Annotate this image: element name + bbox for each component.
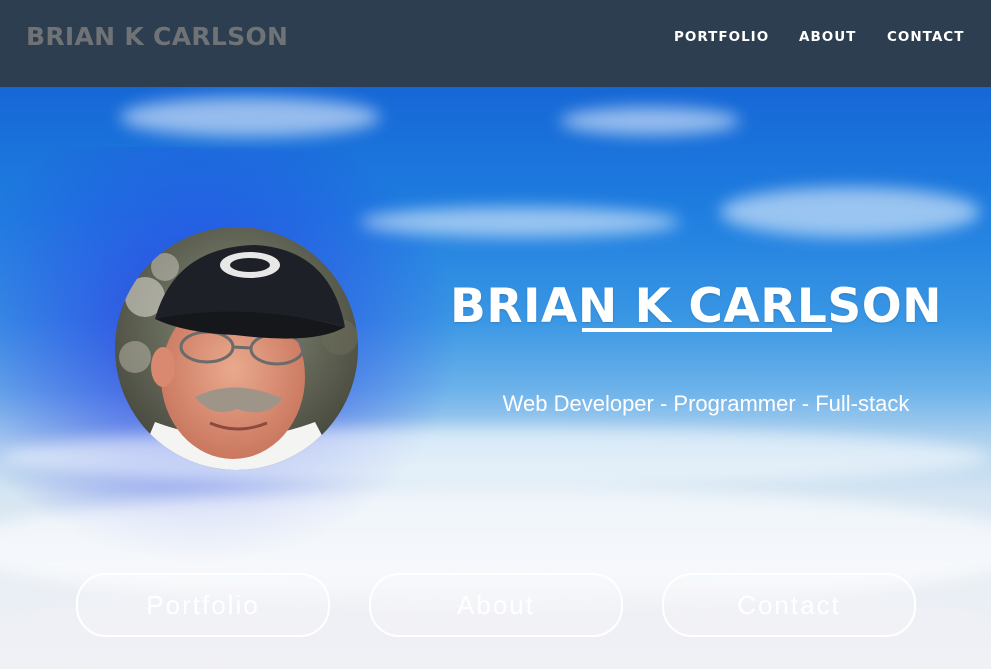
nav-link-contact[interactable]: CONTACT bbox=[887, 28, 964, 46]
cloud bbox=[720, 187, 980, 237]
about-button[interactable]: About bbox=[369, 573, 623, 637]
brand-link[interactable]: BRIAN K CARLSON bbox=[26, 21, 288, 53]
nav-link-portfolio[interactable]: PORTFOLIO bbox=[674, 28, 769, 46]
navbar: BRIAN K CARLSON PORTFOLIO ABOUT CONTACT bbox=[0, 0, 991, 87]
cloud bbox=[0, 427, 991, 487]
hero-section: BRIAN K CARLSON Web Developer - Programm… bbox=[0, 87, 991, 669]
title-divider bbox=[582, 328, 832, 332]
cloud bbox=[120, 97, 380, 137]
cloud bbox=[360, 207, 680, 237]
cloud bbox=[560, 107, 740, 135]
hero-tagline: Web Developer - Programmer - Full-stack bbox=[502, 391, 910, 416]
profile-photo bbox=[115, 227, 358, 470]
contact-button[interactable]: Contact bbox=[662, 573, 916, 637]
portfolio-button[interactable]: Portfolio bbox=[76, 573, 330, 637]
profile-photo-graphic bbox=[115, 227, 358, 470]
nav-link-about[interactable]: ABOUT bbox=[799, 28, 856, 46]
